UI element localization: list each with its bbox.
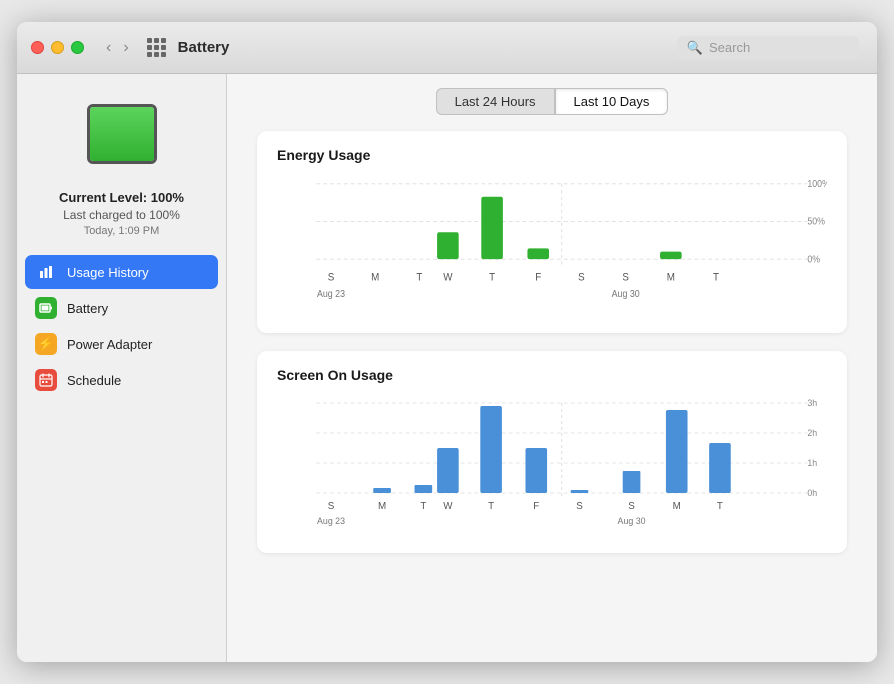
svg-text:M: M bbox=[667, 272, 675, 283]
energy-chart-wrapper: 100% 50% 0% bbox=[277, 173, 827, 313]
battery-visual bbox=[87, 104, 157, 164]
energy-bar-t bbox=[481, 197, 503, 259]
svg-text:S: S bbox=[628, 501, 635, 512]
svg-text:50%: 50% bbox=[807, 216, 825, 226]
svg-text:Aug 23: Aug 23 bbox=[317, 288, 345, 298]
close-button[interactable] bbox=[31, 41, 44, 54]
svg-text:Aug 23: Aug 23 bbox=[317, 516, 345, 526]
svg-text:M: M bbox=[673, 501, 681, 512]
screen-bar-t3 bbox=[709, 443, 731, 493]
window-title: Battery bbox=[178, 39, 677, 56]
battery-info: Current Level: 100% Last charged to 100%… bbox=[59, 190, 184, 237]
titlebar: ‹ › Battery 🔍 bbox=[17, 22, 877, 74]
screen-chart-title: Screen On Usage bbox=[277, 367, 827, 383]
svg-text:W: W bbox=[443, 272, 453, 283]
svg-text:S: S bbox=[576, 501, 583, 512]
main-window: ‹ › Battery 🔍 bbox=[17, 22, 877, 662]
screen-chart-svg: 3h 2h 1h 0h bbox=[277, 393, 827, 533]
search-input[interactable] bbox=[709, 40, 849, 55]
power-adapter-icon: ⚡ bbox=[35, 333, 57, 355]
back-button[interactable]: ‹ bbox=[102, 37, 115, 59]
svg-text:3h: 3h bbox=[807, 398, 817, 408]
sidebar-item-schedule[interactable]: Schedule bbox=[25, 363, 218, 397]
svg-text:S: S bbox=[622, 272, 629, 283]
energy-bar-w bbox=[437, 232, 459, 259]
tab-last10days[interactable]: Last 10 Days bbox=[555, 88, 669, 115]
svg-text:0%: 0% bbox=[807, 254, 820, 264]
nav-buttons: ‹ › bbox=[102, 37, 133, 59]
screen-bar-t bbox=[415, 485, 433, 493]
battery-nav-icon bbox=[35, 297, 57, 319]
svg-text:T: T bbox=[717, 501, 723, 512]
sidebar-item-power-adapter[interactable]: ⚡ Power Adapter bbox=[25, 327, 218, 361]
sidebar-item-usage-history[interactable]: Usage History bbox=[25, 255, 218, 289]
traffic-lights bbox=[31, 41, 84, 54]
sidebar: Current Level: 100% Last charged to 100%… bbox=[17, 74, 227, 662]
sidebar-nav: Usage History Battery ⚡ Power Adapter bbox=[17, 255, 226, 397]
svg-text:W: W bbox=[443, 501, 453, 512]
svg-text:S: S bbox=[328, 272, 335, 283]
svg-text:T: T bbox=[420, 501, 426, 512]
schedule-icon bbox=[35, 369, 57, 391]
svg-text:T: T bbox=[713, 272, 720, 283]
search-bar[interactable]: 🔍 bbox=[677, 36, 859, 60]
svg-text:F: F bbox=[533, 501, 539, 512]
battery-time-label: Today, 1:09 PM bbox=[59, 225, 184, 237]
svg-text:Aug 30: Aug 30 bbox=[618, 516, 646, 526]
sidebar-item-battery[interactable]: Battery bbox=[25, 291, 218, 325]
screen-bar-s2 bbox=[623, 471, 641, 493]
svg-text:S: S bbox=[578, 272, 585, 283]
screen-bar-m bbox=[373, 488, 391, 493]
battery-icon-container bbox=[77, 94, 167, 174]
energy-bar-f bbox=[527, 248, 549, 259]
svg-text:T: T bbox=[488, 501, 494, 512]
screen-chart-section: Screen On Usage 3h 2h bbox=[257, 351, 847, 553]
screen-bar-m2 bbox=[666, 410, 688, 493]
forward-button[interactable]: › bbox=[119, 37, 132, 59]
screen-bar-w bbox=[437, 448, 459, 493]
svg-text:2h: 2h bbox=[807, 428, 817, 438]
usage-history-label: Usage History bbox=[67, 265, 149, 280]
svg-text:M: M bbox=[371, 272, 379, 283]
charts-area: Energy Usage 100% 50% 0% bbox=[227, 125, 877, 662]
schedule-label: Schedule bbox=[67, 373, 121, 388]
tab-bar: Last 24 Hours Last 10 Days bbox=[227, 74, 877, 125]
maximize-button[interactable] bbox=[71, 41, 84, 54]
screen-bar-t2 bbox=[480, 406, 502, 493]
tab-last24hours[interactable]: Last 24 Hours bbox=[436, 88, 555, 115]
power-adapter-label: Power Adapter bbox=[67, 337, 152, 352]
usage-history-icon bbox=[35, 261, 57, 283]
svg-text:0h: 0h bbox=[807, 488, 817, 498]
svg-text:Aug 30: Aug 30 bbox=[612, 288, 640, 298]
svg-text:T: T bbox=[416, 272, 423, 283]
battery-charged-label: Last charged to 100% bbox=[59, 208, 184, 222]
svg-text:S: S bbox=[328, 501, 335, 512]
svg-text:100%: 100% bbox=[807, 179, 827, 189]
apps-grid-icon[interactable] bbox=[147, 38, 166, 57]
screen-chart-wrapper: 3h 2h 1h 0h bbox=[277, 393, 827, 533]
energy-chart-section: Energy Usage 100% 50% 0% bbox=[257, 131, 847, 333]
content-area: Current Level: 100% Last charged to 100%… bbox=[17, 74, 877, 662]
search-icon: 🔍 bbox=[687, 40, 703, 56]
screen-bar-s bbox=[571, 490, 589, 493]
energy-chart-svg: 100% 50% 0% bbox=[277, 173, 827, 313]
svg-text:T: T bbox=[489, 272, 496, 283]
svg-text:F: F bbox=[535, 272, 541, 283]
minimize-button[interactable] bbox=[51, 41, 64, 54]
svg-text:M: M bbox=[378, 501, 386, 512]
battery-level-label: Current Level: 100% bbox=[59, 190, 184, 205]
main-content: Last 24 Hours Last 10 Days Energy Usage bbox=[227, 74, 877, 662]
svg-text:1h: 1h bbox=[807, 458, 817, 468]
battery-fill bbox=[90, 107, 154, 161]
battery-nav-label: Battery bbox=[67, 301, 108, 316]
energy-bar-m2 bbox=[660, 252, 682, 260]
energy-chart-title: Energy Usage bbox=[277, 147, 827, 163]
screen-bar-f bbox=[525, 448, 547, 493]
